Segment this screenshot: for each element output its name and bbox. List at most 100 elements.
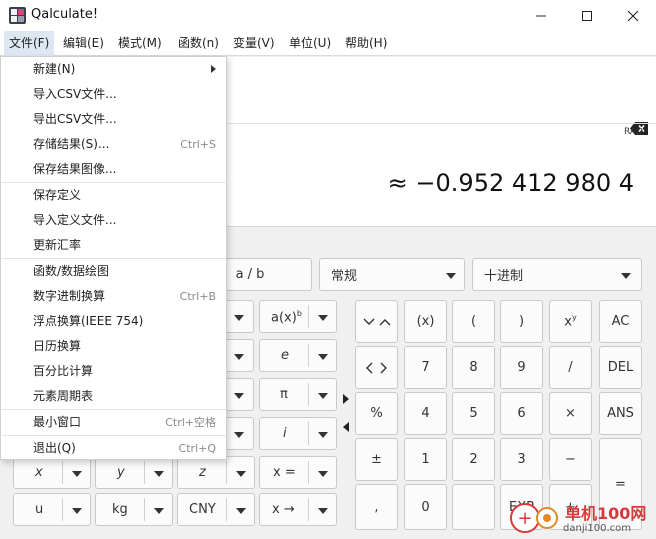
digit-9-button[interactable]: 9	[500, 346, 543, 389]
menu-item-import-csv[interactable]: 导入CSV文件...	[2, 82, 226, 107]
menu-item-save-definitions[interactable]: 保存定义	[2, 183, 226, 208]
history-navigate-button[interactable]	[355, 300, 398, 343]
menu-file[interactable]: 文件(F)	[4, 31, 55, 56]
left-paren-button[interactable]: (	[452, 300, 495, 343]
format-value: 常规	[331, 269, 358, 284]
title-bar: Qalculate!	[0, 0, 656, 31]
collapse-left-icon[interactable]	[343, 422, 349, 432]
imaginary-unit-button[interactable]: i	[259, 417, 337, 450]
menu-item-export-csv[interactable]: 导出CSV文件...	[2, 107, 226, 132]
multiply-label: ×	[565, 406, 576, 421]
menu-item-number-bases[interactable]: 数字进制换算 Ctrl+B	[2, 284, 226, 309]
watermark-title: 单机100网	[565, 504, 647, 523]
menu-item-save-result-image[interactable]: 保存结果图像...	[2, 157, 226, 182]
menu-item-save-result[interactable]: 存储结果(S)... Ctrl+S	[2, 132, 226, 157]
menu-item-calendar[interactable]: 日历换算	[2, 334, 226, 359]
chevron-down-icon	[234, 393, 244, 399]
y-label: y	[117, 465, 125, 480]
answer-button[interactable]: ANS	[599, 392, 642, 435]
chevron-down-icon	[236, 471, 246, 477]
menu-item-percentage[interactable]: 百分比计算	[2, 359, 226, 384]
parentheses-button[interactable]: (x)	[404, 300, 447, 343]
file-menu-dropdown: 新建(N) 导入CSV文件... 导出CSV文件... 存储结果(S)... C…	[0, 56, 227, 460]
multiply-button[interactable]: ×	[549, 392, 592, 435]
menu-item-label: 导出CSV文件...	[33, 112, 117, 126]
digit-7-button[interactable]: 7	[404, 346, 447, 389]
chevron-right-icon	[380, 362, 387, 373]
close-button[interactable]	[610, 0, 656, 31]
decimal-separator-button[interactable]: ,	[355, 484, 398, 530]
menu-item-label: 退出(Q)	[33, 441, 76, 455]
x-label: x	[35, 465, 43, 480]
lparen-label: (	[470, 314, 477, 329]
e-constant-button[interactable]: e	[259, 339, 337, 372]
menu-functions[interactable]: 函数(n)	[173, 31, 224, 56]
digit-1-button[interactable]: 1	[404, 438, 447, 481]
menu-item-shortcut: Ctrl+Q	[178, 442, 216, 455]
menu-item-import-definitions[interactable]: 导入定义文件...	[2, 208, 226, 233]
blank-button[interactable]	[452, 484, 495, 530]
menu-variables[interactable]: 变量(V)	[228, 31, 280, 56]
menu-help[interactable]: 帮助(H)	[340, 31, 392, 56]
chevron-down-icon	[318, 315, 328, 321]
digit-4-label: 4	[421, 406, 430, 421]
menu-item-update-exchange-rates[interactable]: 更新汇率	[2, 233, 226, 258]
expand-right-icon[interactable]	[343, 394, 349, 404]
menu-item-label: 浮点换算(IEEE 754)	[33, 314, 144, 328]
digit-7-label: 7	[421, 360, 430, 375]
menu-item-shortcut: Ctrl+S	[180, 138, 216, 151]
del-label: DEL	[607, 360, 634, 375]
digit-6-label: 6	[517, 406, 526, 421]
chevron-down-icon	[318, 393, 328, 399]
minimize-button[interactable]	[518, 0, 564, 31]
submenu-arrow-icon	[211, 65, 216, 73]
menu-item-shortcut: Ctrl+B	[179, 290, 216, 303]
divide-button[interactable]: /	[549, 346, 592, 389]
menu-item-quit[interactable]: 退出(Q) Ctrl+Q	[2, 436, 226, 461]
digit-8-button[interactable]: 8	[452, 346, 495, 389]
pi-label: π	[280, 387, 288, 402]
maximize-button[interactable]	[564, 0, 610, 31]
menu-item-plot[interactable]: 函数/数据绘图	[2, 259, 226, 284]
base-select[interactable]: 十进制	[472, 258, 642, 291]
assign-variable-button[interactable]: x =	[259, 456, 337, 489]
pi-constant-button[interactable]: π	[259, 378, 337, 411]
power-function-button[interactable]: a(x)b	[259, 300, 337, 333]
digit-4-button[interactable]: 4	[404, 392, 447, 435]
menu-item-label: 百分比计算	[33, 364, 94, 378]
subtract-button[interactable]: −	[549, 438, 592, 481]
digit-3-label: 3	[517, 452, 526, 467]
menu-units[interactable]: 单位(U)	[284, 31, 336, 56]
digit-3-button[interactable]: 3	[500, 438, 543, 481]
digit-5-button[interactable]: 5	[452, 392, 495, 435]
digit-9-label: 9	[517, 360, 526, 375]
digit-5-label: 5	[469, 406, 478, 421]
unit-u-button[interactable]: u	[13, 493, 91, 526]
menu-item-label: 导入定义文件...	[33, 213, 117, 227]
menu-item-periodic-table[interactable]: 元素周期表	[2, 384, 226, 409]
right-paren-button[interactable]: )	[500, 300, 543, 343]
all-clear-button[interactable]: AC	[599, 300, 642, 343]
percent-button[interactable]: %	[355, 392, 398, 435]
chevron-up-icon	[379, 318, 390, 325]
menu-item-floating-point[interactable]: 浮点换算(IEEE 754)	[2, 309, 226, 334]
digit-1-label: 1	[421, 452, 430, 467]
unit-kg-button[interactable]: kg	[95, 493, 173, 526]
delete-button[interactable]: DEL	[599, 346, 642, 389]
ac-label: AC	[611, 314, 630, 329]
digit-2-button[interactable]: 2	[452, 438, 495, 481]
negate-button[interactable]: ±	[355, 438, 398, 481]
currency-cny-button[interactable]: CNY	[177, 493, 255, 526]
menu-item-minimal-window[interactable]: 最小窗口 Ctrl+空格	[2, 410, 226, 435]
power-button[interactable]: xy	[549, 300, 592, 343]
chevron-down-icon	[446, 273, 456, 279]
minimize-icon	[536, 15, 546, 16]
digit-6-button[interactable]: 6	[500, 392, 543, 435]
format-select[interactable]: 常规	[319, 258, 465, 291]
menu-item-new[interactable]: 新建(N)	[2, 57, 226, 82]
cursor-navigate-button[interactable]	[355, 346, 398, 389]
convert-to-button[interactable]: x →	[259, 493, 337, 526]
digit-0-button[interactable]: 0	[404, 484, 447, 530]
menu-mode[interactable]: 模式(M)	[113, 31, 167, 56]
menu-edit[interactable]: 编辑(E)	[58, 31, 109, 56]
